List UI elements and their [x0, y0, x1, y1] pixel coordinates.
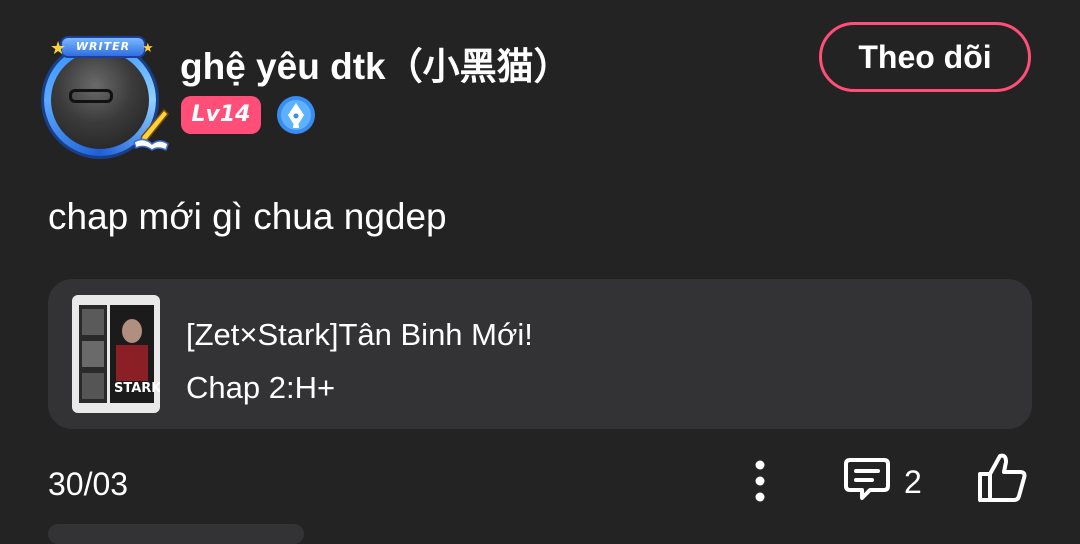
- story-card[interactable]: STARK [Zet×Stark]Tân Binh Mới! Chap 2:H+: [48, 279, 1032, 429]
- pen-nib-icon: [277, 96, 315, 134]
- quill-pen-icon: [133, 108, 170, 152]
- story-title: [Zet×Stark]Tân Binh Mới!: [186, 317, 533, 352]
- level-badge: Lv14: [181, 96, 261, 134]
- author-name[interactable]: ghệ yêu dtk（小黑猫）: [180, 36, 571, 90]
- cover-thumb: [82, 309, 104, 335]
- cover-body: [116, 345, 148, 381]
- writer-banner: WRITER: [60, 36, 146, 58]
- star-icon: ★: [142, 40, 154, 55]
- cover-label: STARK: [114, 381, 160, 396]
- avatar-glasses: [69, 89, 113, 103]
- chapter-title: Chap 2:H+: [186, 370, 336, 405]
- cover-panel: [79, 305, 107, 403]
- cover-face: [122, 319, 142, 343]
- next-item-edge: [48, 524, 304, 544]
- follow-button[interactable]: Theo dõi: [819, 22, 1031, 92]
- comment-button[interactable]: 2: [842, 452, 938, 508]
- post-text: chap mới gì chua ngdep: [48, 196, 447, 237]
- star-icon: ★: [50, 38, 67, 58]
- cover-thumb: [82, 341, 104, 367]
- comment-count: 2: [904, 464, 922, 500]
- story-cover: STARK: [72, 295, 160, 413]
- comment-icon: [844, 458, 890, 500]
- vertical-dots-icon[interactable]: [742, 456, 778, 506]
- thumbs-up-icon[interactable]: [974, 450, 1030, 506]
- post-date: 30/03: [48, 466, 129, 502]
- author-avatar[interactable]: WRITER ★ ★: [38, 36, 170, 158]
- cover-thumb: [82, 373, 104, 399]
